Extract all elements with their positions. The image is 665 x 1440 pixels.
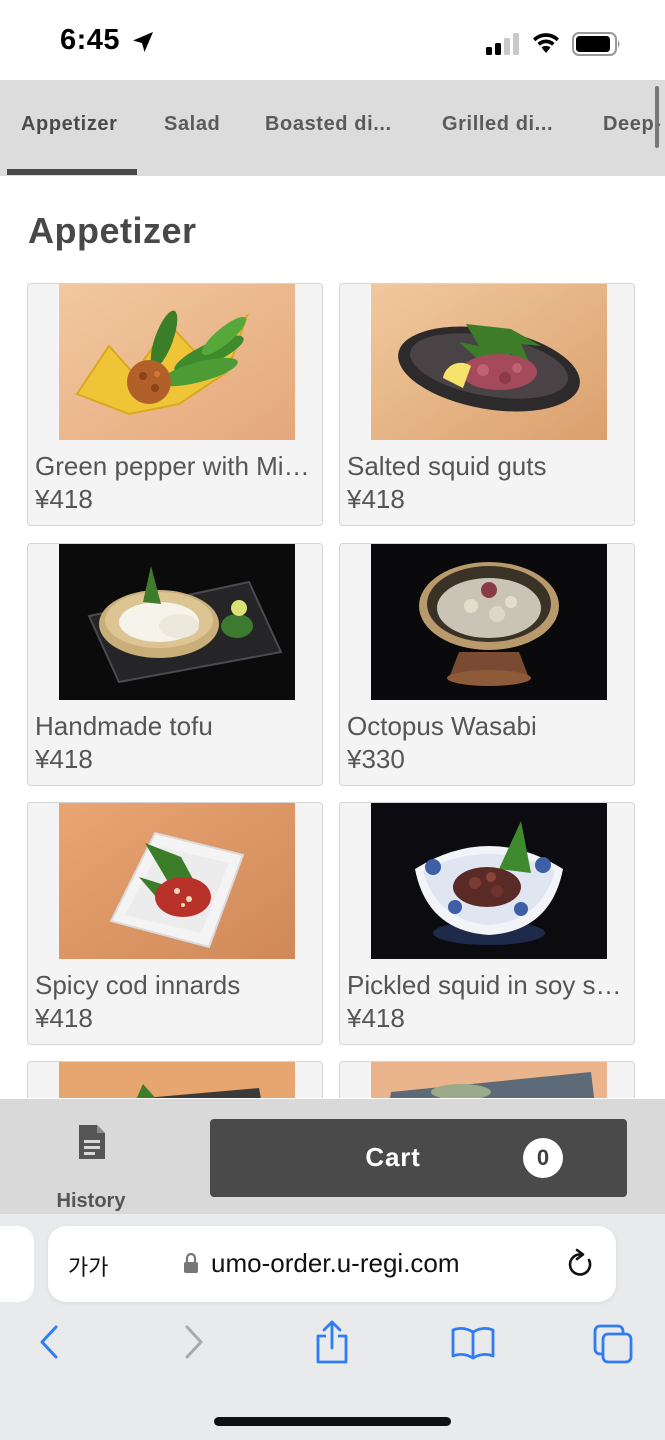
menu-item-price: ¥418	[35, 744, 93, 774]
history-button[interactable]: History	[30, 1117, 152, 1212]
document-icon	[79, 1125, 105, 1159]
menu-card-partial[interactable]	[339, 1061, 635, 1098]
menu-item-name: Green pepper with Mis…	[35, 451, 319, 481]
menu-item-price: ¥418	[35, 484, 93, 514]
menu-card-handmade-tofu[interactable]: Handmade tofu ¥418	[27, 543, 323, 786]
history-label: History	[56, 1190, 126, 1212]
menu-item-name: Octopus Wasabi	[347, 711, 537, 741]
pickled-squid-photo	[371, 803, 607, 959]
lock-icon	[184, 1252, 198, 1273]
tabs-icon[interactable]	[593, 1324, 633, 1364]
tab-boasted-dishes[interactable]: Boasted di...	[265, 113, 392, 136]
menu-card-green-pepper[interactable]: Green pepper with Mis… ¥418	[27, 283, 323, 526]
salted-squid-guts-photo	[371, 284, 607, 440]
url-text: umo-order.u-regi.com	[211, 1248, 460, 1278]
cart-count-badge: 0	[523, 1138, 563, 1178]
order-bottom-bar: History Cart 0	[0, 1099, 665, 1214]
previous-tab-preview[interactable]	[0, 1226, 34, 1302]
octopus-wasabi-photo	[371, 544, 607, 700]
menu-card-pickled-squid[interactable]: Pickled squid in soy s… ¥418	[339, 802, 635, 1045]
menu-card-octopus-wasabi[interactable]: Octopus Wasabi ¥330	[339, 543, 635, 786]
cart-label: Cart	[365, 1142, 421, 1172]
cellular-signal-icon	[486, 33, 519, 55]
section-title: Appetizer	[28, 210, 197, 251]
menu-item-price: ¥418	[347, 1003, 405, 1033]
handmade-tofu-photo	[59, 544, 295, 700]
tab-salad[interactable]: Salad	[164, 113, 220, 136]
menu-card-spicy-cod-innards[interactable]: Spicy cod innards ¥418	[27, 802, 323, 1045]
tab-appetizer[interactable]: Appetizer	[21, 113, 118, 136]
address-bar[interactable]: 가가 umo-order.u-regi.com	[48, 1226, 616, 1302]
status-bar: 6:45	[0, 0, 665, 80]
menu-grid: Green pepper with Mis… ¥418 Salted squid…	[27, 283, 639, 1098]
home-indicator	[214, 1417, 451, 1426]
location-arrow-icon	[133, 32, 153, 52]
menu-item-price: ¥418	[35, 1003, 93, 1033]
menu-card-salted-squid-guts[interactable]: Salted squid guts ¥418	[339, 283, 635, 526]
tab-grilled-dishes[interactable]: Grilled di...	[442, 113, 553, 136]
wifi-icon	[533, 33, 559, 53]
menu-item-price: ¥330	[347, 744, 405, 774]
cart-button[interactable]: Cart 0	[210, 1119, 627, 1197]
menu-item-name: Spicy cod innards	[35, 970, 241, 1000]
spicy-cod-innards-photo	[59, 803, 295, 959]
menu-item-name: Pickled squid in soy s…	[347, 970, 622, 1000]
battery-icon	[572, 32, 620, 56]
forward-chevron-icon[interactable]	[183, 1324, 205, 1360]
tab-deep-fried[interactable]: Deep-	[603, 113, 662, 136]
menu-card-partial[interactable]	[27, 1061, 323, 1098]
menu-item-photo	[371, 1062, 607, 1098]
tabs-scrollbar[interactable]	[655, 86, 659, 148]
menu-item-name: Handmade tofu	[35, 711, 213, 741]
status-time: 6:45	[60, 24, 121, 56]
back-chevron-icon[interactable]	[38, 1324, 60, 1360]
share-icon[interactable]	[314, 1320, 350, 1364]
menu-item-price: ¥418	[347, 484, 405, 514]
text-size-button[interactable]: 가가	[68, 1250, 108, 1282]
reload-icon[interactable]	[565, 1248, 595, 1280]
menu-item-name: Salted squid guts	[347, 451, 547, 481]
browser-toolbar: 가가 umo-order.u-regi.com	[0, 1214, 665, 1440]
green-pepper-photo	[59, 284, 295, 440]
menu-item-photo	[59, 1062, 295, 1098]
bookmarks-icon[interactable]	[451, 1326, 495, 1360]
active-tab-indicator	[7, 169, 137, 175]
category-tabs: Appetizer Salad Boasted di... Grilled di…	[0, 80, 665, 176]
